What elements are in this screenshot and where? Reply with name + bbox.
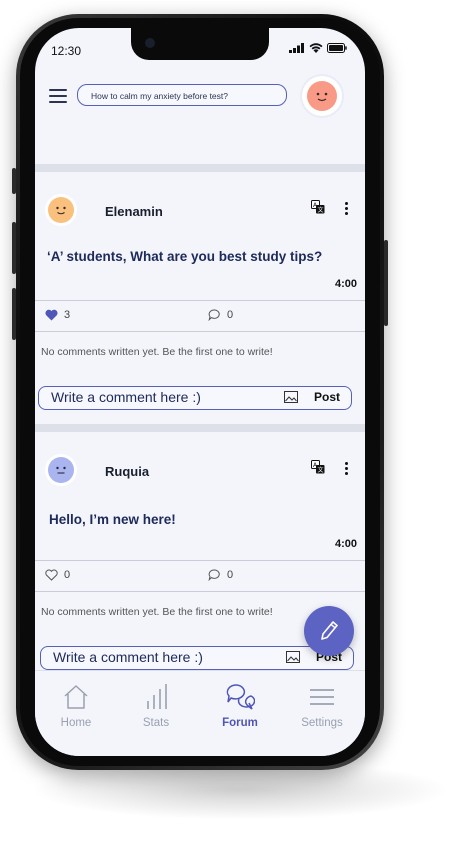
nav-settings[interactable]: Settings (287, 681, 357, 729)
no-comments-text: No comments written yet. Be the first on… (41, 346, 273, 358)
settings-icon (310, 689, 334, 705)
power-button (384, 240, 388, 326)
svg-text:文: 文 (318, 206, 324, 214)
post-avatar (45, 454, 77, 486)
comment-count: 0 (227, 309, 234, 321)
nav-label: Stats (142, 717, 170, 729)
like-count: 0 (64, 569, 71, 581)
front-camera (145, 38, 155, 48)
comment-bubble-icon (208, 309, 220, 321)
smiley-icon (316, 92, 328, 102)
silent-switch (12, 168, 16, 194)
home-icon (64, 685, 88, 709)
wifi-icon (309, 43, 323, 53)
more-options-icon[interactable] (345, 202, 349, 216)
feed-divider (35, 164, 365, 172)
battery-icon (327, 43, 347, 53)
new-post-button[interactable] (304, 606, 354, 656)
nav-label: Home (60, 717, 92, 729)
heart-filled-icon (45, 309, 58, 321)
app-screen: 12:30 How to calm my anxiety before test… (35, 28, 365, 756)
bottom-nav: Home Stats Forum Settings (35, 670, 365, 756)
status-icons (289, 43, 347, 53)
top-bar: How to calm my anxiety before test? (35, 76, 365, 116)
nav-label: Forum (222, 717, 258, 729)
post-text: Hello, I’m new here! (49, 512, 176, 527)
comment-input[interactable]: Write a comment here :) Post (38, 386, 352, 410)
nav-label: Settings (301, 717, 343, 729)
volume-up-button (12, 222, 16, 274)
notch (131, 28, 269, 60)
volume-down-button (12, 288, 16, 340)
comment-placeholder: Write a comment here :) (51, 389, 201, 405)
comment-bubble-icon (208, 569, 220, 581)
status-time: 12:30 (51, 44, 82, 58)
comment-count-button[interactable]: 0 (208, 569, 233, 581)
heart-outline-icon (45, 569, 58, 581)
stats-icon (147, 684, 167, 709)
smiley-icon (56, 206, 66, 215)
svg-text:文: 文 (318, 466, 324, 474)
post-username[interactable]: Ruquia (105, 464, 149, 479)
neutral-face-icon (56, 466, 66, 474)
post-time: 4:00 (334, 278, 357, 290)
like-button[interactable]: 3 (45, 309, 70, 321)
comment-input[interactable]: Write a comment here :) Post (40, 646, 354, 670)
feed-divider (35, 424, 365, 432)
like-count: 3 (64, 309, 71, 321)
post-avatar (45, 194, 77, 226)
reaction-row: 0 0 (35, 561, 365, 589)
search-input[interactable]: How to calm my anxiety before test? (77, 84, 287, 106)
comment-placeholder: Write a comment here :) (53, 649, 203, 665)
signal-icon (289, 43, 304, 53)
post-username[interactable]: Elenamin (105, 204, 163, 219)
image-attach-icon[interactable] (284, 391, 298, 403)
avatar-face (48, 197, 74, 223)
avatar-face (48, 457, 74, 483)
avatar-face (307, 81, 337, 111)
post-text: ‘A’ students, What are you best study ti… (47, 249, 323, 264)
more-options-icon[interactable] (345, 462, 349, 476)
comment-count: 0 (227, 569, 234, 581)
translate-icon[interactable]: A文 (311, 200, 325, 214)
post-comment-button[interactable]: Post (314, 390, 340, 404)
post-time: 4:00 (334, 538, 357, 550)
image-attach-icon[interactable] (286, 651, 300, 663)
profile-avatar[interactable] (302, 76, 342, 116)
nav-stats[interactable]: Stats (121, 681, 191, 729)
like-button[interactable]: 0 (45, 569, 70, 581)
comment-count-button[interactable]: 0 (208, 309, 233, 321)
nav-forum[interactable]: Forum (205, 681, 275, 729)
translate-icon[interactable]: A文 (311, 460, 325, 474)
menu-icon[interactable] (49, 89, 67, 103)
pencil-icon (321, 621, 338, 640)
reaction-row: 3 0 (35, 301, 365, 329)
forum-icon (226, 684, 255, 710)
no-comments-text: No comments written yet. Be the first on… (41, 606, 273, 618)
post-card: Elenamin A文 ‘A’ students, What are you b… (35, 172, 365, 424)
nav-home[interactable]: Home (41, 681, 111, 729)
separator (35, 591, 365, 592)
separator (35, 331, 365, 332)
